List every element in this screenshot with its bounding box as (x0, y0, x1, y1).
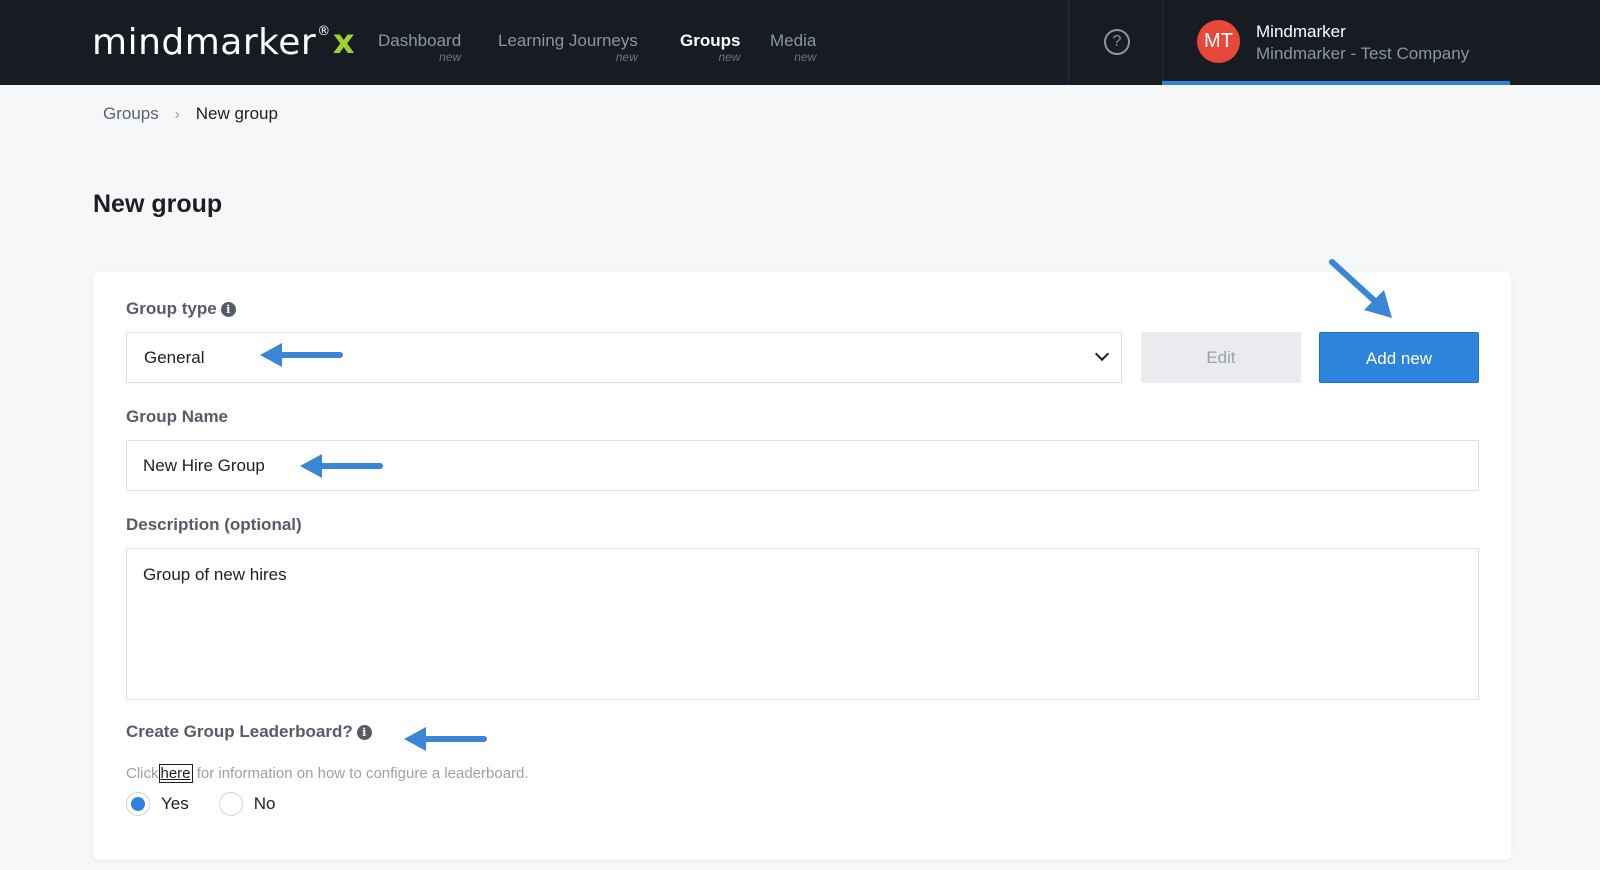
nav-item-label: Media (770, 31, 817, 50)
helper-prefix: Click (126, 765, 159, 782)
radio-label: No (253, 794, 276, 813)
nav-item-label: Learning Journeys (498, 31, 638, 50)
nav-item-dashboard[interactable]: Dashboard new (378, 31, 461, 64)
chevron-down-icon (1094, 346, 1110, 362)
group-type-label-text: Group type (126, 299, 217, 318)
annotation-arrow-icon (300, 454, 383, 478)
logo-registered-mark: ® (317, 24, 331, 39)
edit-group-type-button[interactable]: Edit (1141, 332, 1301, 383)
radio-label: Yes (161, 794, 189, 813)
add-new-group-type-button[interactable]: Add new (1319, 332, 1479, 383)
nav-divider (1068, 0, 1069, 85)
user-name: Mindmarker (1256, 22, 1346, 41)
chevron-right-icon: › (174, 105, 180, 123)
logo-text: mindmarker (92, 22, 317, 63)
mindmarker-logo[interactable]: mindmarker ® x (92, 22, 355, 63)
leaderboard-no-radio[interactable]: No (218, 792, 276, 816)
breadcrumb: Groups › New group (103, 104, 278, 124)
leaderboard-yes-radio[interactable]: Yes (126, 792, 189, 816)
leaderboard-label: Create Group Leaderboard? i (126, 722, 372, 742)
nav-item-new-tag: new (718, 50, 741, 64)
group-name-label: Group Name (126, 407, 229, 426)
annotation-arrow-icon (1329, 259, 1392, 318)
leaderboard-radio-group: Yes No (126, 792, 305, 816)
radio-unchecked-icon (218, 792, 243, 816)
radio-checked-icon (126, 792, 150, 816)
breadcrumb-current: New group (195, 104, 278, 123)
leaderboard-label-text: Create Group Leaderboard? (126, 722, 353, 741)
leaderboard-help-link[interactable]: here (158, 764, 193, 783)
top-navbar: mindmarker ® x Dashboard new Learning Jo… (0, 0, 1600, 85)
leaderboard-helper-text: Click here for information on how to conf… (126, 764, 529, 783)
nav-item-media[interactable]: Media new (770, 31, 816, 64)
user-account-menu[interactable]: MT Mindmarker Mindmarker - Test Company (1162, 0, 1510, 85)
nav-item-new-tag: new (794, 50, 817, 64)
annotation-arrow-icon (404, 727, 487, 751)
breadcrumb-groups-link[interactable]: Groups (103, 104, 159, 124)
page-title: New group (93, 190, 223, 218)
info-icon[interactable]: i (220, 301, 236, 317)
group-type-selected-value: General (144, 348, 205, 367)
avatar: MT (1197, 20, 1240, 63)
user-company: Mindmarker - Test Company (1256, 44, 1470, 63)
description-label: Description (optional) (126, 515, 302, 534)
annotation-arrow-icon (260, 343, 343, 367)
nav-item-new-tag: new (439, 50, 462, 64)
logo-x-mark: x (332, 22, 356, 62)
nav-item-learning-journeys[interactable]: Learning Journeys new (498, 31, 638, 64)
nav-item-groups[interactable]: Groups new (680, 31, 740, 64)
nav-item-label: Groups (680, 31, 741, 50)
helper-suffix: for information on how to configure a le… (196, 765, 529, 782)
question-circle-icon[interactable]: ? (1104, 29, 1130, 55)
info-icon[interactable]: i (356, 724, 372, 740)
description-textarea[interactable]: Group of new hires (126, 548, 1479, 700)
nav-item-new-tag: new (615, 50, 638, 64)
nav-item-label: Dashboard (378, 31, 462, 50)
group-type-label: Group type i (126, 299, 236, 319)
